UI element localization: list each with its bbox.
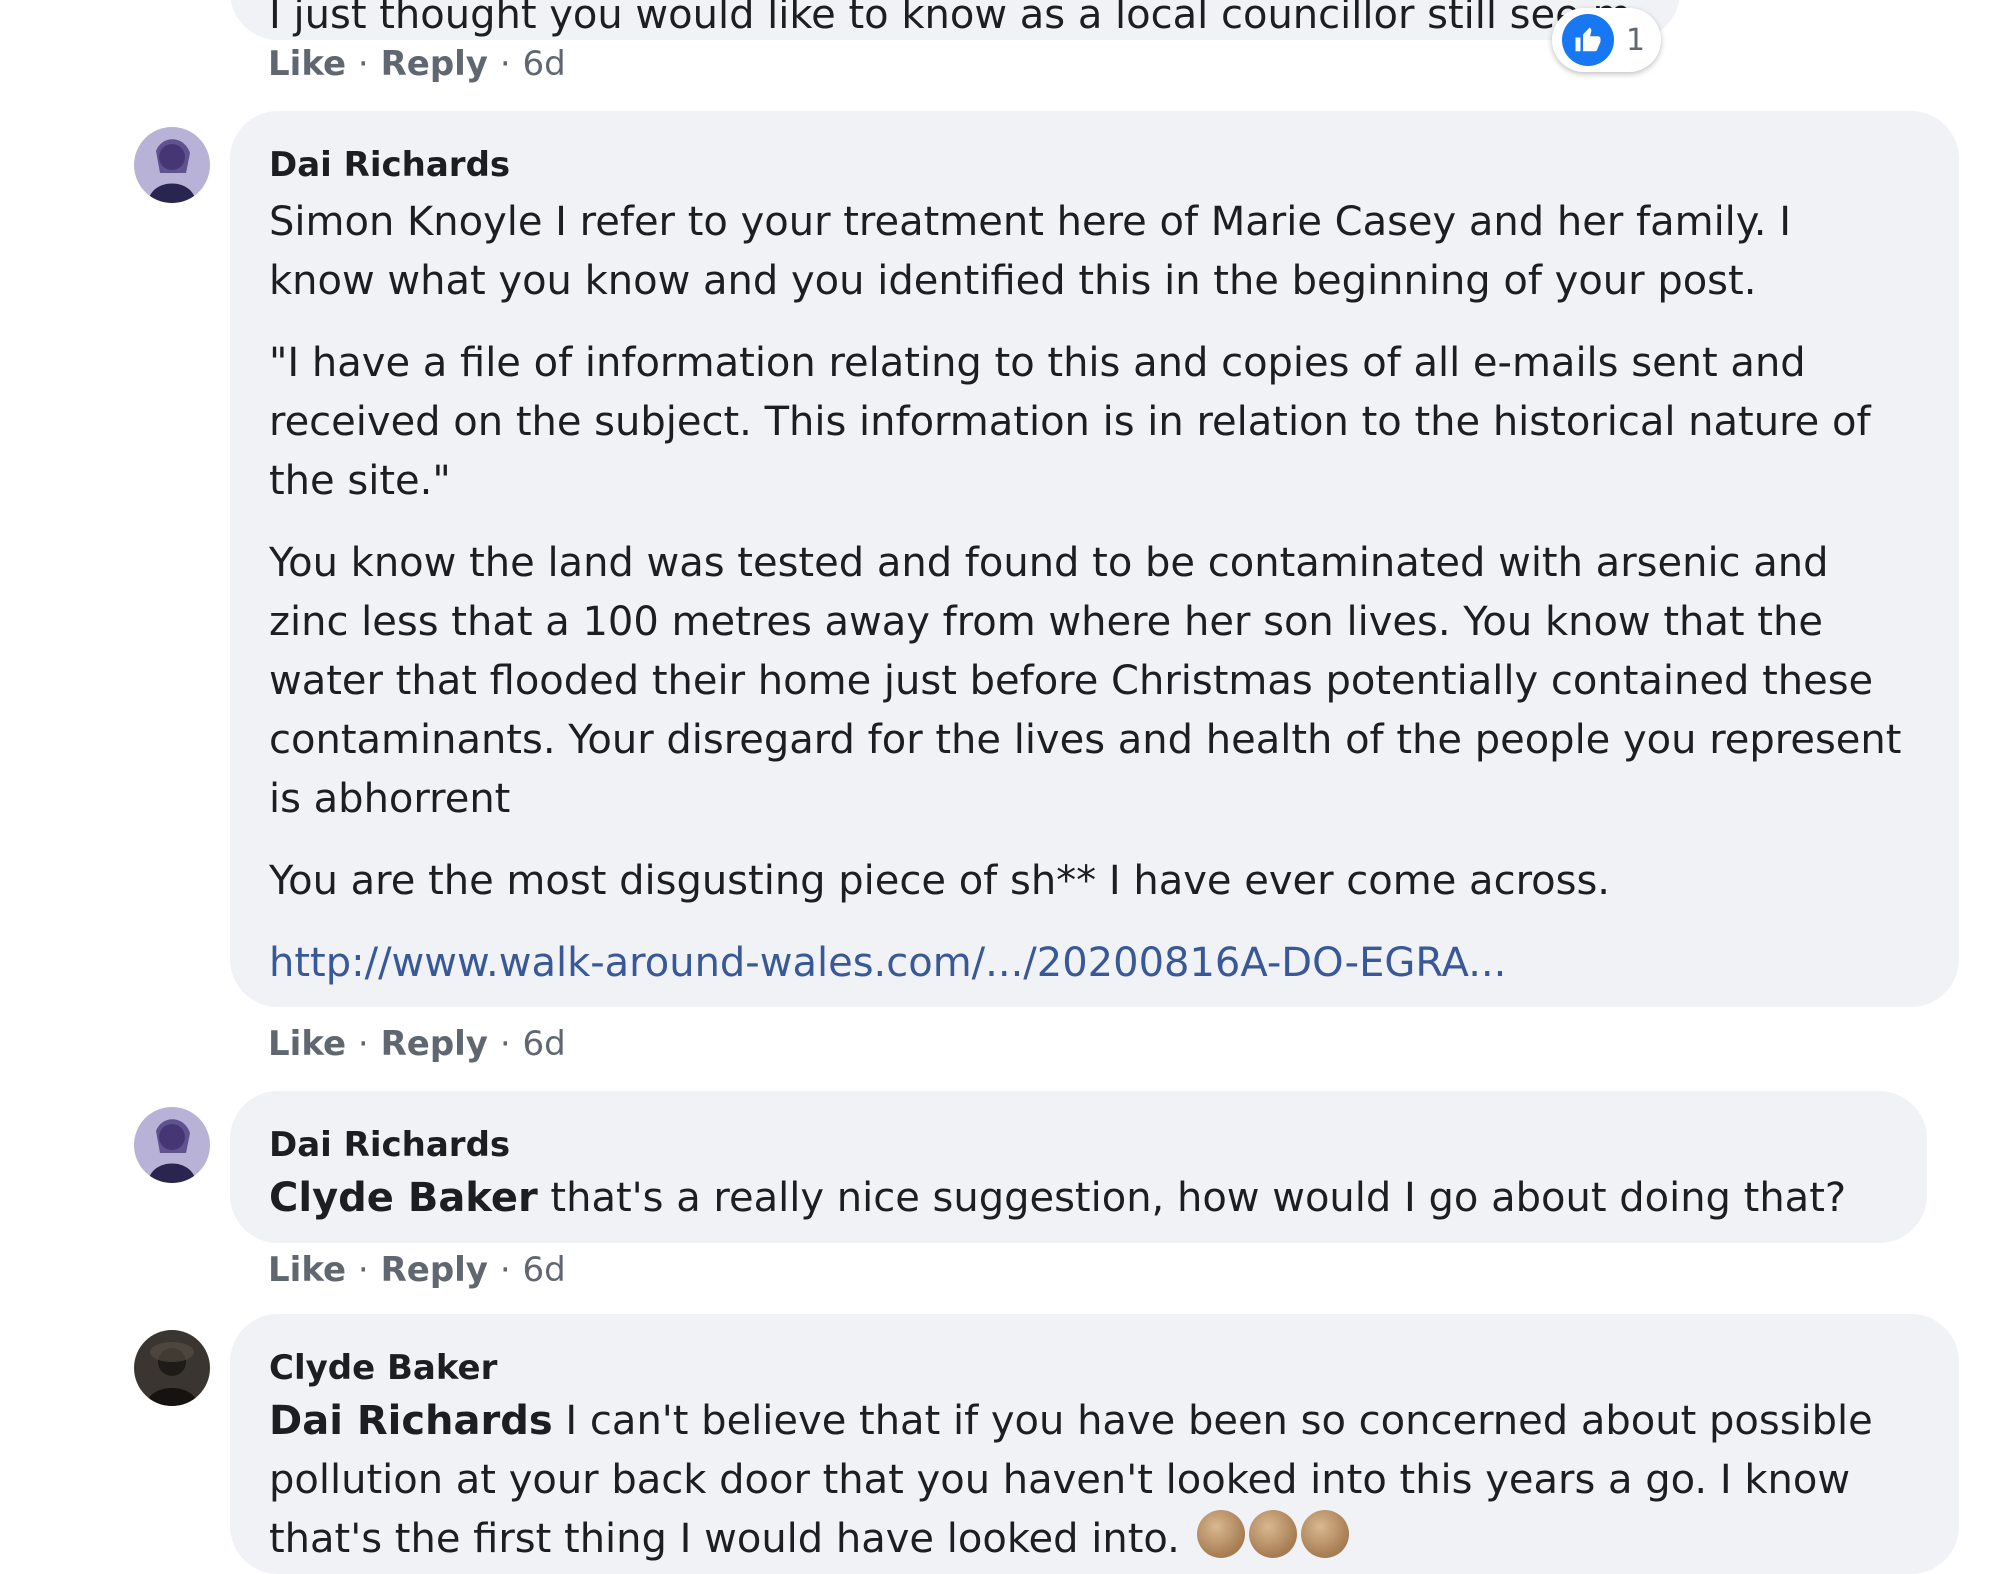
emoji-icon bbox=[1196, 1510, 1245, 1558]
avatar-dai-richards[interactable] bbox=[134, 1107, 210, 1183]
comment-author[interactable]: Clyde Baker bbox=[269, 1348, 1909, 1388]
separator: · bbox=[499, 1250, 511, 1290]
comment-bubble-top: I just thought you would like to know as… bbox=[230, 0, 1680, 40]
comment-text-top: I just thought you would like to know as… bbox=[269, 0, 1630, 38]
reply-link[interactable]: Reply bbox=[381, 1250, 488, 1290]
separator: · bbox=[499, 44, 511, 84]
mention-link[interactable]: Dai Richards bbox=[269, 1398, 553, 1444]
comment-actions-1: Like · Reply · 6d bbox=[268, 1024, 566, 1064]
comment-paragraph: Simon Knoyle I refer to your treatment h… bbox=[269, 199, 1791, 304]
like-link[interactable]: Like bbox=[268, 1250, 346, 1290]
comment-paragraph: You know the land was tested and found t… bbox=[269, 540, 1902, 822]
separator: · bbox=[357, 1024, 369, 1064]
comment-actions-top: Like · Reply · 6d bbox=[268, 44, 566, 84]
reaction-summary[interactable]: 1 bbox=[1552, 8, 1662, 72]
emoji-icon bbox=[1300, 1510, 1349, 1558]
like-link[interactable]: Like bbox=[268, 1024, 346, 1064]
comment-paragraph: "I have a file of information relating t… bbox=[269, 340, 1871, 504]
comment-body: that's a really nice suggestion, how wou… bbox=[550, 1175, 1847, 1221]
comment-bubble-1: Dai Richards Simon Knoyle I refer to you… bbox=[230, 111, 1959, 1007]
comment-text: Dai Richards I can't believe that if you… bbox=[269, 1392, 1909, 1569]
comment-link-paragraph: http://www.walk-around-wales.com/.../202… bbox=[269, 934, 1909, 993]
avatar-clyde-baker[interactable] bbox=[134, 1330, 210, 1406]
comment-time[interactable]: 6d bbox=[522, 44, 565, 84]
avatar-dai-richards[interactable] bbox=[134, 127, 210, 203]
reply-link[interactable]: Reply bbox=[381, 44, 488, 84]
reaction-count: 1 bbox=[1626, 22, 1646, 58]
comment-paragraph: You are the most disgusting piece of sh*… bbox=[269, 858, 1610, 904]
comment-author[interactable]: Dai Richards bbox=[269, 1125, 1877, 1165]
separator: · bbox=[357, 44, 369, 84]
comment-time[interactable]: 6d bbox=[522, 1024, 565, 1064]
comment-text: Clyde Baker that's a really nice suggest… bbox=[269, 1169, 1877, 1228]
comment-bubble-3: Clyde Baker Dai Richards I can't believe… bbox=[230, 1314, 1959, 1574]
external-link[interactable]: http://www.walk-around-wales.com/.../202… bbox=[269, 940, 1506, 986]
emoji-icon bbox=[1248, 1510, 1297, 1558]
mention-link[interactable]: Clyde Baker bbox=[269, 1175, 538, 1221]
comment-time[interactable]: 6d bbox=[522, 1250, 565, 1290]
comment-bubble-2: Dai Richards Clyde Baker that's a really… bbox=[230, 1091, 1927, 1243]
like-link[interactable]: Like bbox=[268, 44, 346, 84]
separator: · bbox=[499, 1024, 511, 1064]
separator: · bbox=[357, 1250, 369, 1290]
comment-actions-2: Like · Reply · 6d bbox=[268, 1250, 566, 1290]
comment-author[interactable]: Dai Richards bbox=[269, 145, 1909, 185]
like-reaction-icon bbox=[1562, 14, 1614, 66]
reply-link[interactable]: Reply bbox=[381, 1024, 488, 1064]
